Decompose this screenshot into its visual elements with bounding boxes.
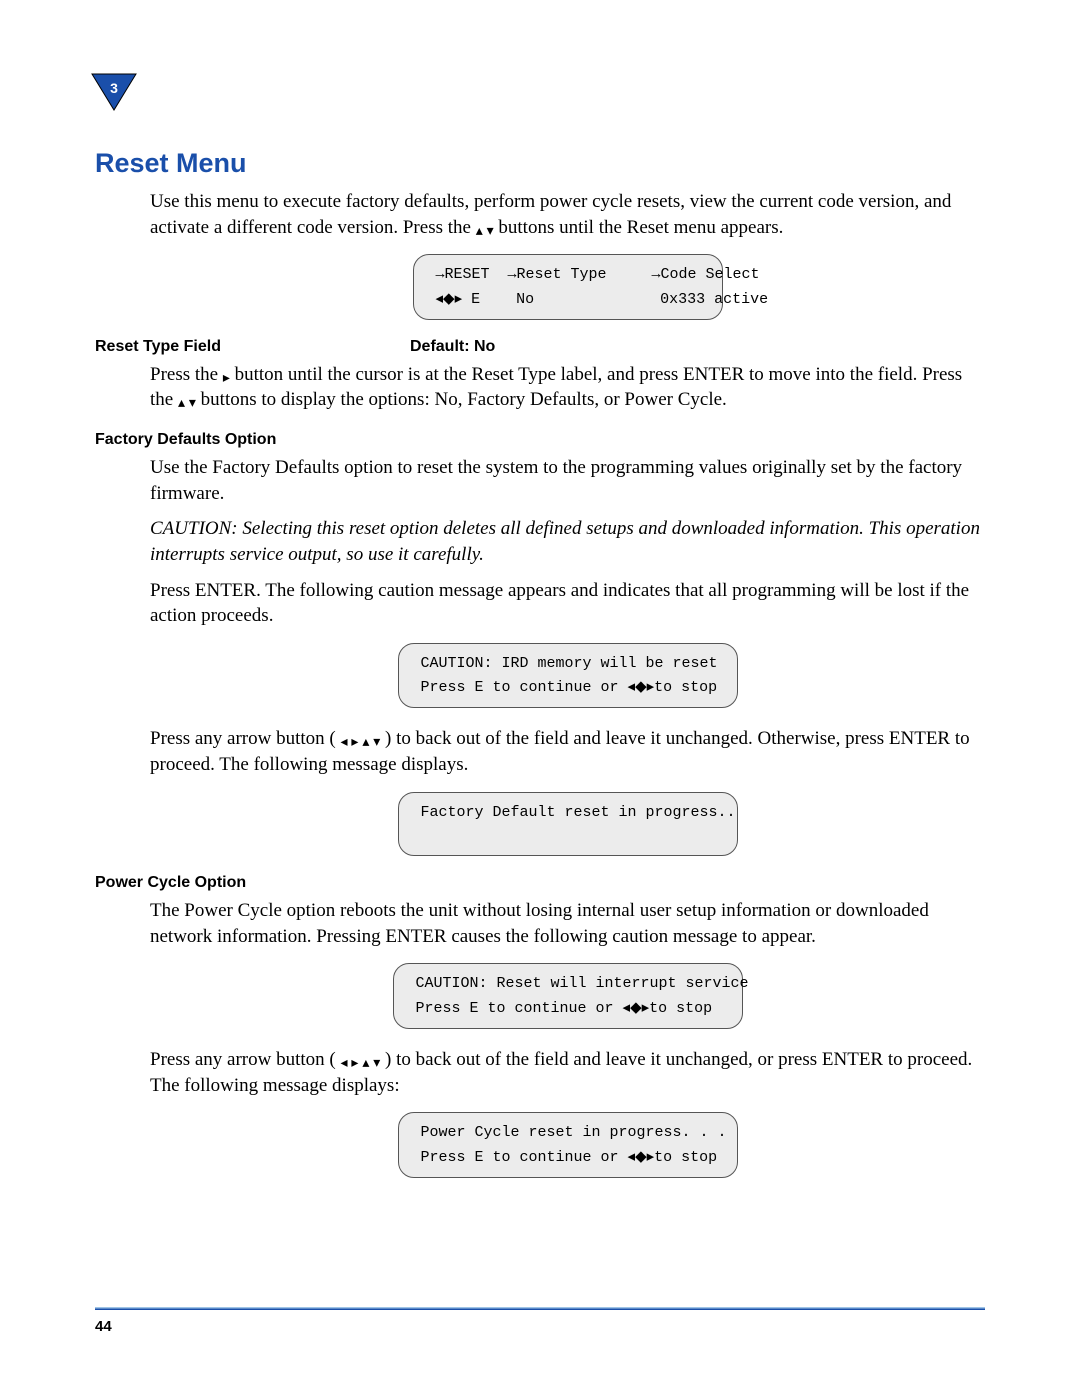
lcd-line: Factory Default reset in progress.. — [421, 804, 736, 821]
lcd-line: →RESET →Reset Type →Code Select — [436, 266, 760, 283]
lcd-line: to stop — [654, 1149, 717, 1166]
right-arrow-icon: ▸ — [223, 368, 230, 387]
lcd-display-factory-progress: Factory Default reset in progress.. — [398, 792, 738, 857]
lcd-line: CAUTION: Reset will interrupt service — [416, 975, 749, 992]
body-column: Use this menu to execute factory default… — [150, 189, 985, 320]
text: Press any arrow button ( — [150, 1049, 341, 1070]
field-label: Reset Type Field — [95, 338, 410, 356]
field-default: Default: No — [410, 338, 495, 356]
section-title: Reset Menu — [95, 148, 985, 179]
power-cycle-paragraph: The Power Cycle option reboots the unit … — [150, 898, 985, 949]
lcd-line: CAUTION: IRD memory will be reset — [421, 655, 718, 672]
reset-type-paragraph: Press the ▸ button until the cursor is a… — [150, 362, 985, 413]
up-down-icon: ▴ ▾ — [476, 221, 494, 240]
nav-arrows-icon: ◂◆▸ — [628, 675, 655, 698]
nav-arrows-icon: ◂◆▸ — [623, 996, 650, 1019]
document-page: 3 Reset Menu Use this menu to execute fa… — [0, 0, 1080, 1397]
nav-arrows-icon: ◂◆▸ — [628, 1145, 655, 1168]
page-footer: 44 — [95, 1307, 985, 1335]
caution-paragraph: CAUTION: Selecting this reset option del… — [150, 516, 985, 567]
field-row: Reset Type Field Default: No — [95, 338, 985, 356]
lcd-line: to stop — [654, 679, 717, 696]
chapter-number: 3 — [90, 80, 138, 96]
lcd-line — [421, 827, 430, 844]
text: Press the — [150, 364, 223, 385]
text: buttons to display the options: No, Fact… — [201, 389, 727, 410]
all-arrows-icon: ◂ ▸ ▴ ▾ — [341, 732, 381, 751]
lcd-line: to stop — [649, 1000, 712, 1017]
chapter-badge: 3 — [90, 72, 138, 120]
backout2-paragraph: Press any arrow button ( ◂ ▸ ▴ ▾ ) to ba… — [150, 1047, 985, 1098]
up-down-icon: ▴ ▾ — [178, 393, 196, 412]
subhead-factory-defaults: Factory Defaults Option — [95, 431, 985, 449]
factory-paragraph: Use the Factory Defaults option to reset… — [150, 455, 985, 506]
nav-arrows-icon: ◂◆▸ — [436, 287, 463, 310]
lcd-display-ird-caution: CAUTION: IRD memory will be reset Press … — [398, 643, 738, 709]
lcd-line: Power Cycle reset in progress. . . — [421, 1124, 727, 1141]
intro-paragraph: Use this menu to execute factory default… — [150, 189, 985, 240]
backout-paragraph: Press any arrow button ( ◂ ▸ ▴ ▾ ) to ba… — [150, 726, 985, 777]
lcd-line: E No 0x333 active — [462, 291, 768, 308]
page-number: 44 — [95, 1318, 985, 1335]
lcd-display-power-progress: Power Cycle reset in progress. . . Press… — [398, 1112, 738, 1178]
lcd-line: Press E to continue or — [421, 1149, 628, 1166]
subhead-power-cycle: Power Cycle Option — [95, 874, 985, 892]
lcd-line: Press E to continue or — [421, 679, 628, 696]
lcd-line: Press E to continue or — [416, 1000, 623, 1017]
lcd-display-interrupt-caution: CAUTION: Reset will interrupt service Pr… — [393, 963, 743, 1029]
lcd-display-reset-menu: →RESET →Reset Type →Code Select ◂◆▸ E No… — [413, 254, 723, 320]
enter-paragraph: Press ENTER. The following caution messa… — [150, 578, 985, 629]
all-arrows-icon: ◂ ▸ ▴ ▾ — [341, 1053, 381, 1072]
text: Press any arrow button ( — [150, 728, 341, 749]
text: buttons until the Reset menu appears. — [498, 217, 783, 238]
footer-rule — [95, 1307, 985, 1310]
